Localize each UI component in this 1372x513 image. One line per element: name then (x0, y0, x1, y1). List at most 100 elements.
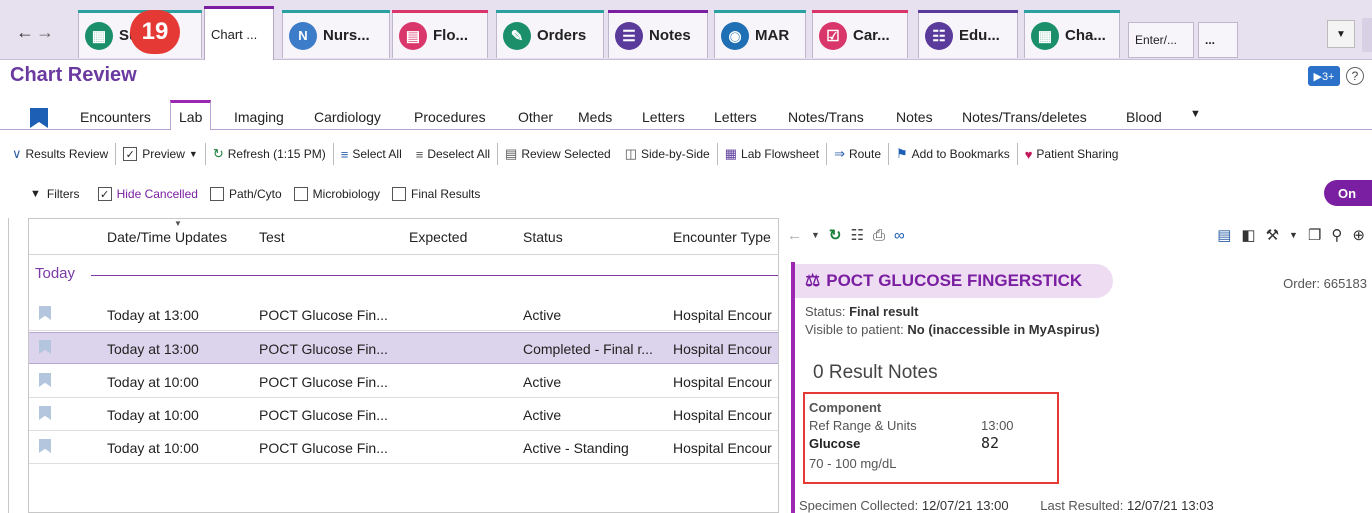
row-datetime: Today at 10:00 (107, 407, 199, 423)
tab-notes-trans-deletes[interactable]: Notes/Trans/deletes (954, 104, 1095, 130)
tab-orders[interactable]: ✎ Orders (496, 10, 604, 58)
toggle-on-button[interactable]: On (1324, 180, 1372, 206)
tab-notes-sub[interactable]: Notes (888, 104, 941, 130)
wrench-icon[interactable]: ⚒ (1266, 226, 1279, 244)
row-test: POCT Glucose Fin... (259, 440, 388, 456)
preview-button[interactable]: ✓ Preview ▼ (116, 141, 205, 167)
col-expected[interactable]: Expected (409, 229, 467, 245)
copy-icon[interactable]: ❐ (1308, 226, 1321, 244)
layout-horizontal-icon[interactable]: ▤ (1217, 226, 1231, 244)
tab-nursing[interactable]: N Nurs... (282, 10, 390, 58)
table-row[interactable]: Today at 10:00 POCT Glucose Fin... Activ… (29, 432, 778, 464)
col-date-time[interactable]: Date/Time Updates (107, 229, 227, 245)
refresh-button[interactable]: ↻ Refresh (1:15 PM) (206, 141, 333, 167)
row-flag-icon[interactable] (39, 306, 51, 320)
share-icon[interactable]: ▶3+ (1308, 66, 1340, 86)
zoom-in-icon[interactable]: ⊕ (1352, 226, 1365, 244)
table-row[interactable]: Today at 10:00 POCT Glucose Fin... Activ… (29, 399, 778, 431)
result-title-header[interactable]: ⚖ POCT GLUCOSE FINGERSTICK (795, 264, 1113, 298)
row-status: Active (523, 407, 562, 423)
tab-dropdown-button[interactable]: ▼ (1327, 20, 1355, 48)
add-to-bookmarks-label: Add to Bookmarks (911, 147, 1010, 161)
filters-button[interactable]: ▼ Filters (30, 187, 80, 201)
tab-lab[interactable]: Lab (170, 100, 212, 130)
add-to-bookmarks-button[interactable]: ⚑ Add to Bookmarks (889, 141, 1017, 167)
more-tabs-chevron-icon[interactable]: ▼ (1190, 108, 1201, 120)
sort-indicator-icon: ▼ (174, 219, 182, 228)
tab-imaging[interactable]: Imaging (226, 104, 292, 130)
results-review-button[interactable]: ∨ Results Review (0, 141, 115, 167)
link-icon[interactable]: ∞ (894, 227, 905, 244)
tab-meds[interactable]: Meds (570, 104, 620, 130)
route-button[interactable]: ⇒ Route (827, 141, 888, 167)
group-today[interactable]: Today (29, 261, 778, 283)
zoom-out-icon[interactable]: ⚲ (1331, 226, 1342, 244)
tab-notes[interactable]: ☰ Notes (608, 10, 708, 58)
col-test[interactable]: Test (259, 229, 285, 245)
result-title: POCT GLUCOSE FINGERSTICK (826, 271, 1083, 290)
tab-education[interactable]: ☷ Edu... (918, 10, 1018, 58)
deselect-all-icon: ≡ (415, 146, 424, 162)
row-flag-icon[interactable] (39, 340, 51, 354)
refresh-icon[interactable]: ↻ (829, 226, 842, 244)
care-plan-icon: ☑ (819, 21, 847, 50)
review-selected-button[interactable]: ▤ Review Selected (498, 141, 618, 167)
resulted-label: Last Resulted: (1040, 498, 1124, 513)
report-toolbar: ← ▼ ↻ ☷ ⎙ ∞ ▤ ◧ ⚒ ▼ ❐ ⚲ ⊕ (779, 218, 1372, 254)
results-review-label: Results Review (25, 147, 109, 161)
back-arrow-icon[interactable]: ← (787, 227, 802, 244)
tab-nursing-label: Nurs... (323, 27, 370, 44)
patient-sharing-button[interactable]: ♥ Patient Sharing (1018, 141, 1126, 167)
tab-care-plan-label: Car... (853, 27, 890, 44)
final-results-checkbox[interactable]: Final Results (392, 187, 480, 201)
path-cyto-checkbox[interactable]: Path/Cyto (209, 187, 282, 201)
print-icon[interactable]: ⎙ (873, 227, 885, 244)
tab-flowsheets[interactable]: ▤ Flo... (392, 10, 488, 58)
col-encounter-type[interactable]: Encounter Type (673, 229, 771, 245)
patient-sharing-icon: ♥ (1024, 146, 1033, 162)
microbiology-checkbox[interactable]: Microbiology (293, 187, 380, 201)
tab-overflow[interactable]: ... (1198, 22, 1238, 58)
tab-blood[interactable]: Blood (1118, 104, 1170, 130)
tab-encounters[interactable]: Encounters (72, 104, 159, 130)
hide-cancelled-checkbox[interactable]: ✓ Hide Cancelled (97, 187, 198, 201)
tab-letters-1[interactable]: Letters (634, 104, 693, 130)
table-row[interactable]: Today at 13:00 POCT Glucose Fin... Activ… (29, 299, 778, 331)
tab-charges[interactable]: ▦ Cha... (1024, 10, 1120, 58)
visibility-line: Visible to patient: No (inaccessible in … (805, 322, 1100, 337)
forward-arrow-icon[interactable]: → (36, 22, 54, 43)
table-row[interactable]: Today at 10:00 POCT Glucose Fin... Activ… (29, 366, 778, 398)
tab-cardiology[interactable]: Cardiology (306, 104, 389, 130)
lab-flowsheet-button[interactable]: ▦ Lab Flowsheet (718, 141, 826, 167)
col-status[interactable]: Status (523, 229, 563, 245)
row-flag-icon[interactable] (39, 373, 51, 387)
tab-letters-2[interactable]: Letters (706, 104, 765, 130)
chevron-down-icon[interactable]: ▼ (811, 230, 820, 240)
deselect-all-button[interactable]: ≡ Deselect All (409, 141, 497, 167)
back-arrow-icon[interactable]: ← (16, 22, 34, 43)
tab-procedures[interactable]: Procedures (406, 104, 494, 130)
side-by-side-button[interactable]: ◫ Side-by-Side (618, 141, 717, 167)
tab-enter[interactable]: Enter/... (1128, 22, 1194, 58)
row-flag-icon[interactable] (39, 439, 51, 453)
tab-other[interactable]: Other (510, 104, 561, 130)
result-notes-count[interactable]: 0 Result Notes (813, 362, 938, 384)
table-row-selected[interactable]: Today at 13:00 POCT Glucose Fin... Compl… (29, 332, 778, 364)
tab-care-plan[interactable]: ☑ Car... (812, 10, 908, 58)
chevron-down-icon: ▼ (1336, 28, 1346, 40)
chevron-down-icon[interactable]: ▼ (1289, 230, 1298, 240)
bookmark-icon[interactable] (30, 108, 48, 128)
row-test: POCT Glucose Fin... (259, 341, 388, 357)
tab-chart-review[interactable]: Chart ... (204, 6, 274, 60)
tab-mar[interactable]: ◉ MAR (714, 10, 806, 58)
binoculars-icon[interactable]: ☷ (851, 226, 864, 244)
help-icon[interactable]: ? (1346, 67, 1364, 85)
select-all-button[interactable]: ≡ Select All (334, 141, 409, 167)
chevron-down-icon: ▼ (188, 149, 198, 159)
layout-vertical-icon[interactable]: ◧ (1241, 226, 1255, 244)
row-flag-icon[interactable] (39, 406, 51, 420)
nav-arrows[interactable]: ← → (16, 20, 66, 44)
tab-notes-trans[interactable]: Notes/Trans (780, 104, 872, 130)
tab-education-label: Edu... (959, 27, 1000, 44)
row-status: Active (523, 307, 562, 323)
